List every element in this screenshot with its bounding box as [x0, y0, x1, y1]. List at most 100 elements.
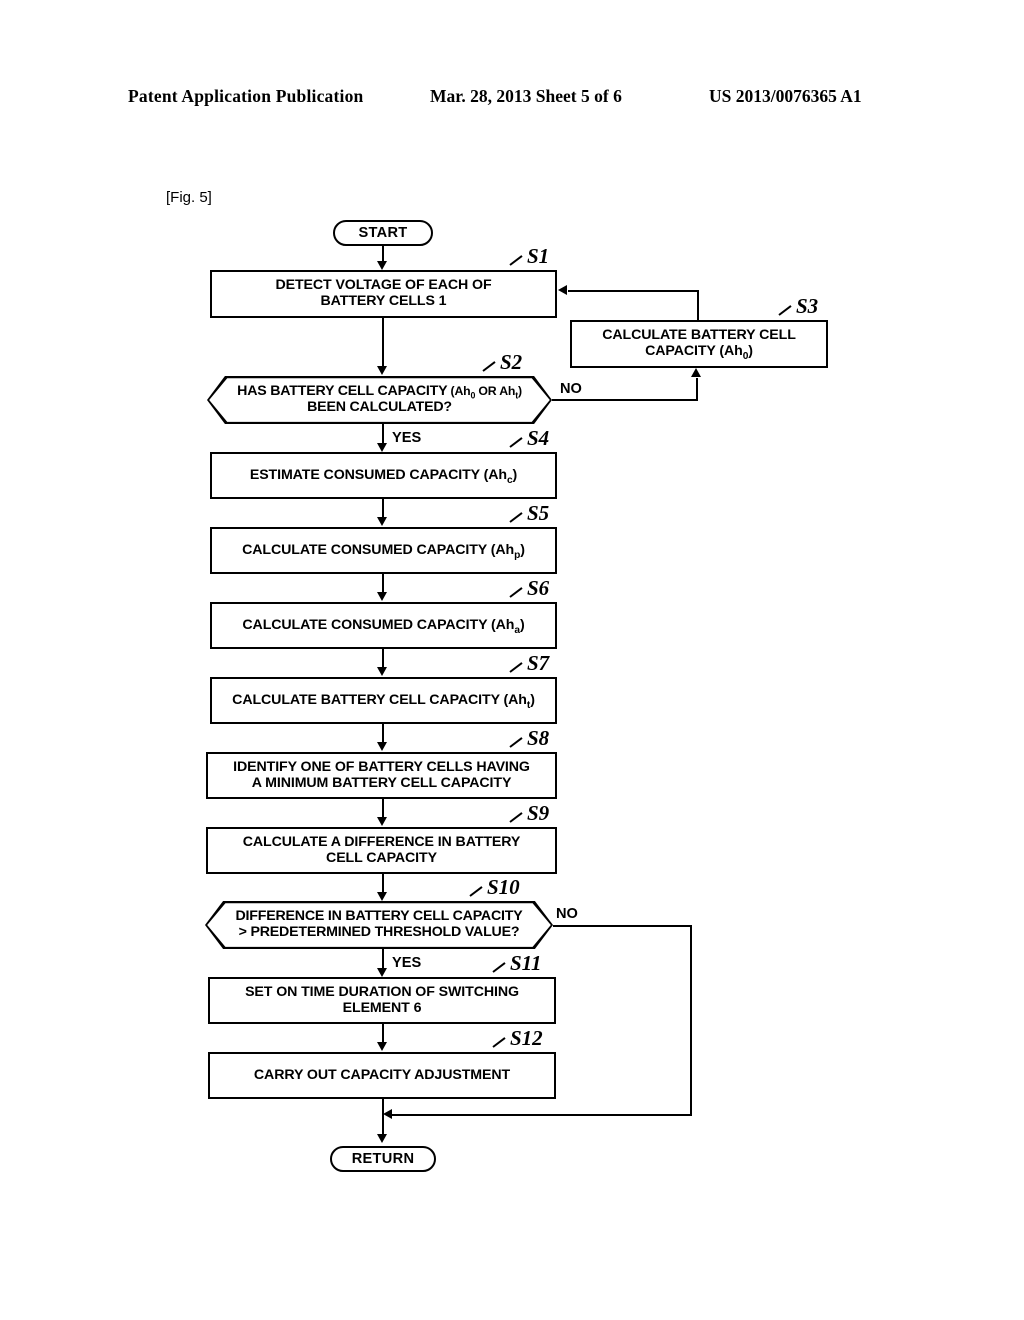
node-s11-line2: ELEMENT 6 — [342, 999, 422, 1016]
node-s3-label: CALCULATE BATTERY CELL CAPACITY (Ah0) — [596, 327, 802, 362]
node-s3-line1: CALCULATE BATTERY CELL — [602, 327, 796, 344]
node-s6-label: CALCULATE CONSUMED CAPACITY (Aha) — [242, 616, 525, 636]
node-s8-line2: A MINIMUM BATTERY CELL CAPACITY — [251, 774, 512, 791]
node-s5: CALCULATE CONSUMED CAPACITY (Ahp) — [210, 527, 557, 574]
node-s9: CALCULATE A DIFFERENCE IN BATTERY CELL C… — [206, 827, 557, 874]
node-s4: ESTIMATE CONSUMED CAPACITY (Ahc) — [210, 452, 557, 499]
edge-s1-s2-arrowhead — [377, 366, 387, 375]
edge-s2-no-vertical — [695, 378, 698, 400]
node-return-label: RETURN — [351, 1150, 415, 1167]
node-s12-label: CARRY OUT CAPACITY ADJUSTMENT — [253, 1066, 511, 1083]
steplabel-s1-tick — [509, 255, 523, 266]
node-s1-line1: DETECT VOLTAGE OF EACH OF — [275, 277, 492, 294]
edge-s2-s4-arrowhead — [377, 443, 387, 452]
node-s7: CALCULATE BATTERY CELL CAPACITY (Aht) — [210, 677, 557, 724]
branch-label-s10-yes: YES — [392, 955, 422, 971]
node-s2-line2: BEEN CALCULATED? — [307, 399, 452, 415]
edge-s7-s8-arrowhead — [377, 742, 387, 751]
node-return: RETURN — [330, 1146, 436, 1172]
edge-s5-s6-arrowhead — [377, 592, 387, 601]
edge-s6-s7-arrowhead — [377, 667, 387, 676]
edge-s10-no-horizontal-bottom — [392, 1113, 692, 1116]
header-doc-number: US 2013/0076365 A1 — [709, 86, 862, 106]
edge-s3-s1-vertical — [697, 290, 700, 320]
steplabel-s8: S8 — [527, 726, 550, 750]
node-s3-line2: CAPACITY (Ah0) — [645, 343, 753, 362]
steplabel-s2: S2 — [500, 350, 523, 374]
edge-s10-no-vertical — [689, 925, 692, 1115]
edge-s8-s9-arrowhead — [377, 817, 387, 826]
header-publication: Patent Application Publication — [128, 86, 364, 106]
node-s10-label: DIFFERENCE IN BATTERY CELL CAPACITY > PR… — [217, 908, 540, 941]
branch-label-s2-no: NO — [560, 381, 582, 397]
node-s12: CARRY OUT CAPACITY ADJUSTMENT — [208, 1052, 556, 1099]
steplabel-s6-tick — [509, 587, 523, 598]
node-s8-label: IDENTIFY ONE OF BATTERY CELLS HAVING A M… — [227, 758, 536, 792]
steplabel-s3: S3 — [796, 294, 819, 318]
edge-s10-no-arrowhead — [383, 1109, 392, 1120]
edge-s4-s5-arrowhead — [377, 517, 387, 526]
node-s9-line1: CALCULATE A DIFFERENCE IN BATTERY — [242, 833, 521, 850]
node-s2-line1-paren: (Ah0 OR Aht) — [447, 384, 522, 401]
steplabel-s4-tick — [509, 437, 523, 448]
steplabel-s11: S11 — [510, 951, 542, 975]
steplabel-s3-tick — [778, 305, 792, 316]
edge-s11-s12 — [382, 1024, 385, 1043]
steplabel-s10: S10 — [487, 875, 520, 899]
edge-s2-no-horizontal — [552, 399, 698, 402]
figure-tag: [Fig. 5] — [166, 189, 212, 206]
edge-s1-s2 — [382, 318, 385, 368]
node-s2-label: HAS BATTERY CELL CAPACITY (Ah0 OR Aht) B… — [219, 383, 540, 416]
node-s4-label: ESTIMATE CONSUMED CAPACITY (Ahc) — [249, 466, 518, 486]
steplabel-s9: S9 — [527, 801, 550, 825]
node-s1-label: DETECT VOLTAGE OF EACH OF BATTERY CELLS … — [269, 277, 497, 310]
edge-s5-s6 — [382, 574, 385, 593]
steplabel-s9-tick — [509, 812, 523, 823]
edge-s7-s8 — [382, 724, 385, 743]
steplabel-s2-tick — [482, 361, 496, 372]
node-s9-label: CALCULATE A DIFFERENCE IN BATTERY CELL C… — [237, 833, 527, 867]
edge-s10-s11-arrowhead — [377, 968, 387, 977]
node-s11-label: SET ON TIME DURATION OF SWITCHING ELEMEN… — [239, 983, 525, 1017]
node-s1: DETECT VOLTAGE OF EACH OF BATTERY CELLS … — [210, 270, 557, 318]
edge-s3-s1-horizontal — [568, 290, 699, 293]
edge-s6-s7 — [382, 649, 385, 668]
node-s1-line2: BATTERY CELLS 1 — [320, 293, 447, 309]
steplabel-s5-tick — [509, 512, 523, 523]
node-s10: DIFFERENCE IN BATTERY CELL CAPACITY > PR… — [205, 901, 553, 949]
steplabel-s7: S7 — [527, 651, 550, 675]
node-s11: SET ON TIME DURATION OF SWITCHING ELEMEN… — [208, 977, 556, 1024]
node-start-label: START — [358, 224, 408, 241]
node-s5-label: CALCULATE CONSUMED CAPACITY (Ahp) — [242, 541, 525, 561]
edge-s9-s10-arrowhead — [377, 892, 387, 901]
header-date-sheet: Mar. 28, 2013 Sheet 5 of 6 — [430, 86, 622, 106]
node-s2: HAS BATTERY CELL CAPACITY (Ah0 OR Aht) B… — [207, 376, 552, 424]
edge-s8-s9 — [382, 799, 385, 818]
steplabel-s7-tick — [509, 662, 523, 673]
node-s10-line1: DIFFERENCE IN BATTERY CELL CAPACITY — [235, 908, 523, 925]
node-s9-line2: CELL CAPACITY — [326, 849, 437, 866]
branch-label-s2-yes: YES — [392, 430, 422, 446]
node-s11-line1: SET ON TIME DURATION OF SWITCHING — [245, 983, 519, 1000]
edge-s3-s1-arrowhead — [558, 285, 567, 296]
edge-start-s1-arrowhead — [377, 261, 387, 270]
edge-s9-s10 — [382, 874, 385, 893]
patent-figure-page: Patent Application Publication Mar. 28, … — [0, 0, 1024, 1320]
edge-s10-no-horizontal-top — [553, 925, 692, 928]
edge-s12-return-arrowhead — [377, 1134, 387, 1143]
node-start: START — [333, 220, 433, 246]
node-s8: IDENTIFY ONE OF BATTERY CELLS HAVING A M… — [206, 752, 557, 799]
steplabel-s4: S4 — [527, 426, 550, 450]
edge-s12-return — [382, 1099, 385, 1138]
node-s6: CALCULATE CONSUMED CAPACITY (Aha) — [210, 602, 557, 649]
steplabel-s8-tick — [509, 737, 523, 748]
edge-s11-s12-arrowhead — [377, 1042, 387, 1051]
branch-label-s10-no: NO — [556, 906, 578, 922]
node-s8-line1: IDENTIFY ONE OF BATTERY CELLS HAVING — [233, 758, 530, 775]
edge-s4-s5 — [382, 499, 385, 518]
steplabel-s12-tick — [492, 1037, 506, 1048]
node-s2-line1: HAS BATTERY CELL CAPACITY — [237, 383, 448, 400]
steplabel-s12: S12 — [510, 1026, 543, 1050]
page-header: Patent Application Publication Mar. 28, … — [0, 86, 1024, 110]
steplabel-s10-tick — [469, 886, 483, 897]
